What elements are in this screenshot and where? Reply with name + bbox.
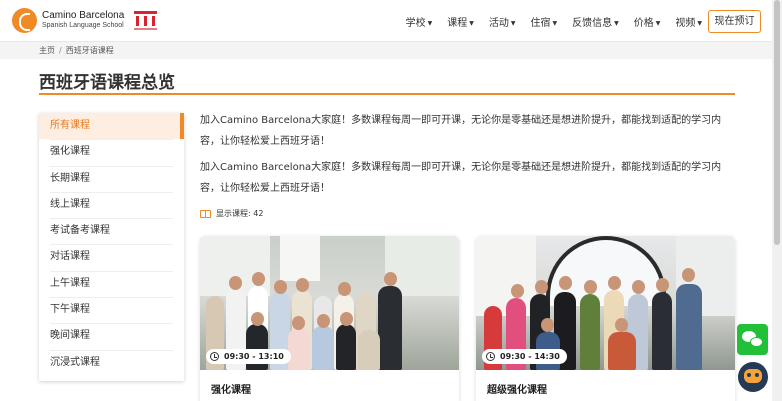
camino-logo-icon xyxy=(12,8,37,33)
page-scrollbar[interactable] xyxy=(772,0,782,401)
course-title[interactable]: 强化课程 xyxy=(211,381,251,396)
nav-item-school[interactable]: 学校 ▼ xyxy=(406,14,433,29)
chevron-down-icon: ▼ xyxy=(510,19,516,27)
nav-label: 视频 xyxy=(675,18,696,29)
chevron-down-icon: ▼ xyxy=(427,19,433,27)
chevron-down-icon: ▼ xyxy=(552,19,558,27)
course-time: 09:30 - 13:10 xyxy=(224,352,284,361)
robot-eye xyxy=(755,373,759,377)
course-time: 09:30 - 14:30 xyxy=(500,352,560,361)
main-nav: 学校 ▼ 课程 ▼ 活动 ▼ 住宿 ▼ 反馈信息 ▼ 价格 ▼ 视频 ▼ xyxy=(391,14,702,29)
intro-paragraph: 加入Camino Barcelona大家庭！多数课程每周一即可开课，无论你是零基… xyxy=(200,115,722,147)
sidebar-item-morning[interactable]: 上午课程 xyxy=(39,270,184,297)
sidebar-item-conversation[interactable]: 对话课程 xyxy=(39,244,184,270)
sidebar-item-online[interactable]: 线上课程 xyxy=(39,191,184,218)
wechat-icon-bubble xyxy=(750,337,763,347)
scrollbar-thumb[interactable] xyxy=(774,0,780,245)
breadcrumb: 主页 / 西班牙语课程 xyxy=(39,45,114,56)
chevron-down-icon: ▼ xyxy=(614,19,619,27)
wechat-button[interactable] xyxy=(737,324,768,355)
site-header: Camino Barcelona Spanish Language School… xyxy=(0,0,782,42)
breadcrumb-separator: / xyxy=(59,46,62,55)
chatbot-button[interactable] xyxy=(738,362,768,392)
breadcrumb-current: 西班牙语课程 xyxy=(65,46,114,55)
clock-icon xyxy=(210,352,219,361)
nav-item-accommodation[interactable]: 住宿 ▼ xyxy=(531,14,558,29)
chevron-down-icon: ▼ xyxy=(469,19,474,27)
intro-paragraph: 加入Camino Barcelona大家庭！多数课程每周一即可开课，无论你是零基… xyxy=(200,162,722,194)
clock-icon xyxy=(486,352,495,361)
brand-logo[interactable]: Camino Barcelona Spanish Language School xyxy=(12,8,159,33)
instituto-cervantes-logo-icon xyxy=(132,9,159,33)
course-filter-sidebar: 所有课程 强化课程 长期课程 线上课程 考试备考课程 对话课程 上午课程 下午课… xyxy=(39,113,184,381)
sidebar-item-all-courses[interactable]: 所有课程 xyxy=(39,113,184,140)
nav-item-activities[interactable]: 活动 ▼ xyxy=(489,14,516,29)
nav-item-courses[interactable]: 课程 ▼ xyxy=(447,14,474,29)
brand-subtitle: Spanish Language School xyxy=(42,21,124,29)
course-time-badge: 09:30 - 13:10 xyxy=(206,349,291,364)
nav-label: 学校 xyxy=(405,18,426,29)
robot-icon xyxy=(744,369,762,383)
course-card[interactable]: 09:30 - 13:10 强化课程 xyxy=(200,236,459,401)
breadcrumb-bar: 主页 / 西班牙语课程 xyxy=(0,42,782,59)
chevron-down-icon: ▼ xyxy=(655,19,661,27)
page-title: 西班牙语课程总览 xyxy=(39,73,175,93)
book-now-button[interactable]: 现在预订 xyxy=(708,10,761,33)
course-count: 显示课程: 42 xyxy=(200,208,263,219)
sidebar-item-immersion[interactable]: 沉浸式课程 xyxy=(39,349,184,376)
course-title[interactable]: 超级强化课程 xyxy=(487,381,547,396)
book-icon xyxy=(200,209,211,218)
course-time-badge: 09:30 - 14:30 xyxy=(482,349,567,364)
chevron-down-icon: ▼ xyxy=(697,19,702,27)
nav-label: 课程 xyxy=(447,18,468,29)
nav-item-feedback[interactable]: 反馈信息 ▼ xyxy=(572,14,619,29)
breadcrumb-home-link[interactable]: 主页 xyxy=(39,46,55,55)
sidebar-item-evening[interactable]: 晚间课程 xyxy=(39,323,184,349)
course-card[interactable]: 09:30 - 14:30 超级强化课程 xyxy=(476,236,735,401)
brand-name: Camino Barcelona xyxy=(42,9,125,21)
nav-label: 活动 xyxy=(488,18,509,29)
course-photo: 09:30 - 14:30 xyxy=(476,236,735,370)
sidebar-item-intensive[interactable]: 强化课程 xyxy=(39,139,184,165)
sidebar-item-exam-prep[interactable]: 考试备考课程 xyxy=(39,218,184,244)
nav-item-prices[interactable]: 价格 ▼ xyxy=(634,14,661,29)
nav-label: 价格 xyxy=(633,18,654,29)
brand-text: Camino Barcelona Spanish Language School xyxy=(42,9,125,31)
nav-label: 住宿 xyxy=(530,18,551,29)
robot-eye xyxy=(747,373,751,377)
nav-item-videos[interactable]: 视频 ▼ xyxy=(675,14,702,29)
sidebar-item-long-term[interactable]: 长期课程 xyxy=(39,165,184,192)
sidebar-item-afternoon[interactable]: 下午课程 xyxy=(39,297,184,323)
title-divider xyxy=(39,93,735,95)
nav-label: 反馈信息 xyxy=(572,18,613,29)
course-count-label: 显示课程: 42 xyxy=(216,209,264,218)
course-photo: 09:30 - 13:10 xyxy=(200,236,459,370)
